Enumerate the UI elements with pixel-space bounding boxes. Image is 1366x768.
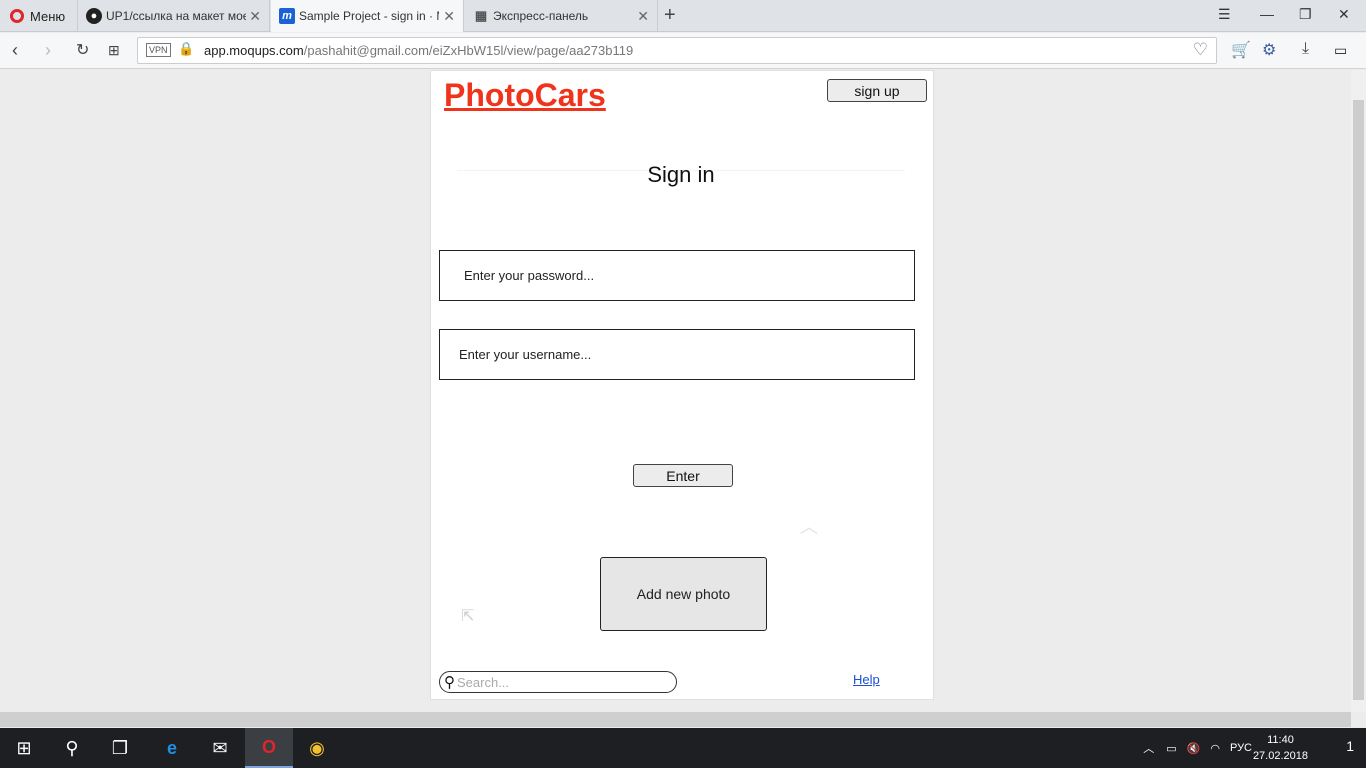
chrome-icon[interactable]: ◉ [293, 728, 341, 768]
wifi-icon[interactable]: ◠ [1210, 742, 1220, 755]
close-icon[interactable]: ✕ [443, 8, 455, 25]
enter-button[interactable]: Enter [633, 464, 733, 487]
help-link[interactable]: Help [853, 672, 880, 687]
scrollbar-thumb[interactable] [1353, 100, 1364, 700]
mockup-canvas: PhotoCars sign up Sign in Enter your pas… [430, 70, 934, 700]
task-view-icon[interactable]: ❐ [96, 728, 144, 768]
tab-moqups[interactable]: m Sample Project - sign in · M ✕ [271, 0, 464, 32]
notification-icon[interactable]: 1 [1346, 738, 1354, 754]
chevron-up-icon: ︿ [800, 517, 818, 537]
sign-up-button[interactable]: sign up [827, 79, 927, 102]
lock-icon[interactable]: 🔒 [178, 41, 194, 57]
close-icon[interactable]: ✕ [637, 8, 649, 25]
tab-menu-icon[interactable]: ☰ [1218, 6, 1231, 23]
speed-dial-icon: ▦ [474, 8, 488, 23]
reload-icon[interactable]: ↻ [76, 40, 89, 60]
tab-label: Sample Project - sign in · M [299, 9, 439, 23]
tab-bar: Меню ● UP1/ссылка на макет мое ✕ m Sampl… [0, 0, 1366, 32]
cart-icon[interactable]: 🛒 [1231, 40, 1251, 60]
close-icon[interactable]: ✕ [249, 8, 261, 25]
tab-speed-dial[interactable]: ▦ Экспресс-панель ✕ [465, 0, 658, 32]
address-bar[interactable]: VPN 🔒 app.moqups.com/pashahit@gmail.com/… [137, 37, 1217, 64]
url-text[interactable]: app.moqups.com/pashahit@gmail.com/eiZxHb… [204, 43, 633, 58]
opera-menu-button[interactable]: Меню [0, 0, 78, 32]
tab-label: Экспресс-панель [493, 9, 589, 23]
opera-icon[interactable]: O [245, 728, 293, 768]
new-tab-icon[interactable]: + [664, 4, 676, 27]
tray-expand-icon[interactable]: ︿ [1143, 740, 1154, 756]
start-icon[interactable]: ⊞ [0, 728, 48, 768]
url-path: /pashahit@gmail.com/eiZxHbW15l/view/page… [303, 43, 634, 58]
volume-mute-icon[interactable]: 🔇 [1187, 742, 1201, 755]
tab-label: UP1/ссылка на макет мое [106, 9, 246, 23]
restore-icon[interactable]: ❐ [1299, 6, 1312, 23]
vpn-badge[interactable]: VPN [146, 43, 171, 57]
tabs-grid-icon[interactable]: ⊞ [108, 42, 120, 59]
moqups-icon: m [279, 8, 295, 24]
edge-icon[interactable]: e [148, 728, 196, 768]
back-icon[interactable]: ‹ [12, 40, 18, 61]
logo[interactable]: PhotoCars [444, 77, 606, 114]
mail-icon[interactable]: ✉ [196, 728, 244, 768]
close-window-icon[interactable]: ✕ [1338, 6, 1350, 23]
search-input[interactable]: ⚲ Search... [439, 671, 677, 693]
password-field[interactable]: Enter your password... [439, 250, 915, 301]
menu-label: Меню [30, 8, 66, 24]
page-title: Sign in [647, 162, 715, 187]
clock[interactable]: 11:40 27.02.2018 [1253, 732, 1308, 764]
search-placeholder: Search... [457, 674, 510, 690]
notification-count: 1 [1346, 738, 1354, 754]
navigation-bar: ‹ › ↻ ⊞ VPN 🔒 app.moqups.com/pashahit@gm… [0, 33, 1366, 69]
battery-icon[interactable]: ▭ [1166, 742, 1176, 755]
opera-logo-icon [10, 9, 24, 23]
url-domain: app.moqups.com [204, 43, 304, 58]
heart-icon[interactable]: ♡ [1193, 40, 1208, 60]
username-field[interactable]: Enter your username... [439, 329, 915, 380]
forward-icon[interactable]: › [45, 40, 51, 61]
language-indicator[interactable]: РУС [1230, 742, 1252, 754]
download-icon[interactable]: ⤓ [1302, 40, 1309, 58]
horizontal-scrollbar[interactable] [0, 712, 1351, 727]
resize-arrow-icon: ⇱ [461, 608, 475, 625]
minimize-icon[interactable]: — [1260, 6, 1274, 22]
taskbar: ⊞ ⚲ ❐ e ✉ O ◉ ︿ ▭ 🔇 ◠ РУС 11:40 27.02.20… [0, 728, 1366, 768]
add-photo-button[interactable]: Add new photo [600, 557, 767, 631]
search-icon: ⚲ [444, 674, 455, 691]
search-icon[interactable]: ⚲ [48, 728, 96, 768]
clock-date: 27.02.2018 [1252, 750, 1308, 762]
extension-icon[interactable]: ⚙ [1262, 40, 1276, 60]
tab-github[interactable]: ● UP1/ссылка на макет мое ✕ [78, 0, 270, 32]
battery-icon[interactable]: ▭ [1334, 42, 1347, 59]
clock-time: 11:40 [1267, 734, 1294, 746]
github-icon: ● [86, 8, 102, 24]
